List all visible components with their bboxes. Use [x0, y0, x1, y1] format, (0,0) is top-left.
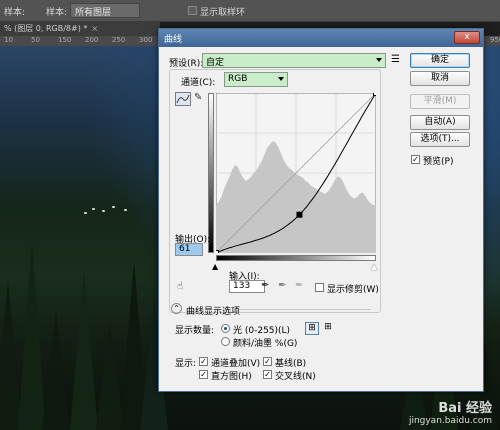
- pine-tree: [42, 310, 70, 430]
- ruler-tick: 950: [490, 36, 500, 44]
- sample-label: 样本:: [46, 8, 68, 18]
- pigment-radio[interactable]: [221, 337, 230, 346]
- output-field[interactable]: 61: [175, 243, 203, 256]
- baseline-label: 基线(B): [275, 359, 307, 369]
- ruler-tick: 150: [58, 36, 72, 44]
- close-button[interactable]: x: [454, 31, 480, 44]
- preset-label: 预设(R):: [169, 59, 204, 69]
- black-eyedropper-icon[interactable]: ✒: [261, 280, 269, 291]
- control-point[interactable]: [373, 93, 377, 96]
- channel-select[interactable]: RGB: [224, 72, 288, 87]
- display-options-label: 曲线显示选项: [186, 307, 241, 317]
- gray-eyedropper-icon[interactable]: ✒: [278, 280, 286, 291]
- show-ring-label: 显示取样环: [200, 8, 246, 18]
- curves-dialog: 曲线 x 预设(R): 自定 ☰ 通道(C): RGB ✎ ▲ ▲ 输出(O):…: [158, 28, 484, 392]
- ok-button[interactable]: 确定: [410, 53, 470, 68]
- sheep-dot: [102, 210, 105, 212]
- sheep-dot: [84, 212, 87, 214]
- document-tab-title: % (图层 0, RGB/8#) *: [4, 24, 88, 33]
- options-bar: 样本: 样本: 所有图层 显示取样环: [0, 0, 500, 22]
- grid-simple-icon[interactable]: ⊞: [305, 322, 319, 335]
- ruler-tick: 200: [85, 36, 99, 44]
- divider: [239, 309, 371, 310]
- baidu-watermark: Bai 经验 jingyan.baidu.com: [372, 397, 492, 426]
- sheep-dot: [124, 209, 127, 211]
- curve-edit-tool[interactable]: [175, 92, 191, 106]
- document-tab[interactable]: % (图层 0, RGB/8#) * ×: [0, 22, 160, 36]
- preset-value: 自定: [206, 58, 225, 68]
- show-ring-checkbox[interactable]: [188, 6, 197, 15]
- smooth-button[interactable]: 平滑(M): [410, 94, 470, 109]
- show-label: 显示:: [175, 359, 197, 369]
- tab-close-icon[interactable]: ×: [91, 24, 98, 33]
- ruler-tick: 10: [4, 36, 13, 44]
- ruler-tick: 300: [139, 36, 153, 44]
- intersection-label: 交叉线(N): [275, 372, 316, 382]
- preview-checkbox[interactable]: ✓: [411, 155, 420, 164]
- pine-tree: [70, 270, 98, 430]
- channel-value: RGB: [228, 74, 248, 84]
- show-clipping-checkbox[interactable]: [315, 283, 324, 292]
- histogram-label: 直方图(H): [211, 372, 252, 382]
- dialog-title: 曲线: [164, 35, 183, 45]
- intersection-checkbox[interactable]: ✓: [263, 370, 272, 379]
- options-button[interactable]: 选项(T)...: [410, 132, 470, 147]
- histogram-checkbox[interactable]: ✓: [199, 370, 208, 379]
- options-fragment: 样本:: [4, 8, 26, 18]
- baseline-checkbox[interactable]: ✓: [263, 357, 272, 366]
- control-point[interactable]: [216, 250, 219, 254]
- ruler-tick: 50: [31, 36, 40, 44]
- chevron-down-icon: [278, 77, 284, 81]
- chevron-down-icon: [376, 58, 382, 62]
- sheep-dot: [92, 208, 95, 210]
- hand-adjust-icon[interactable]: ☝: [177, 281, 183, 292]
- preview-label: 预览(P): [423, 157, 454, 167]
- pencil-icon[interactable]: ✎: [194, 92, 202, 103]
- channel-overlay-checkbox[interactable]: ✓: [199, 357, 208, 366]
- sample-select[interactable]: 所有图层: [70, 3, 140, 18]
- curve-tool-icon: [176, 94, 190, 104]
- cancel-button[interactable]: 取消: [410, 71, 470, 86]
- channel-label: 通道(C):: [179, 75, 218, 88]
- show-amount-label: 显示数量:: [175, 326, 215, 336]
- ruler-tick: 250: [112, 36, 126, 44]
- auto-button[interactable]: 自动(A): [410, 115, 470, 130]
- show-clipping-label: 显示修剪(W): [327, 285, 379, 295]
- pigment-label: 颜料/油墨 %(G): [233, 339, 298, 349]
- expand-options-icon[interactable]: ⌃: [171, 303, 182, 314]
- sheep-dot: [112, 206, 115, 208]
- input-gradient-bar: [216, 255, 376, 261]
- channel-overlay-label: 通道叠加(V): [211, 359, 261, 369]
- watermark-url: jingyan.baidu.com: [408, 416, 492, 426]
- curves-graph[interactable]: [216, 93, 376, 253]
- input-field[interactable]: 133: [229, 280, 265, 293]
- preset-select[interactable]: 自定: [202, 53, 386, 68]
- output-gradient-bar: [208, 93, 214, 253]
- black-point-slider[interactable]: ▲: [212, 262, 218, 271]
- watermark-logo: Bai 经验: [438, 401, 492, 416]
- preset-options-icon[interactable]: ☰: [391, 54, 400, 65]
- dialog-title-bar[interactable]: 曲线 x: [159, 29, 483, 47]
- selected-control-point[interactable]: [296, 211, 303, 218]
- white-eyedropper-icon[interactable]: ✒: [295, 280, 303, 291]
- light-radio[interactable]: [221, 324, 230, 333]
- light-label: 光 (0-255)(L): [233, 326, 291, 336]
- white-point-slider[interactable]: ▲: [371, 262, 377, 271]
- grid-detailed-icon[interactable]: ⊞: [321, 322, 335, 335]
